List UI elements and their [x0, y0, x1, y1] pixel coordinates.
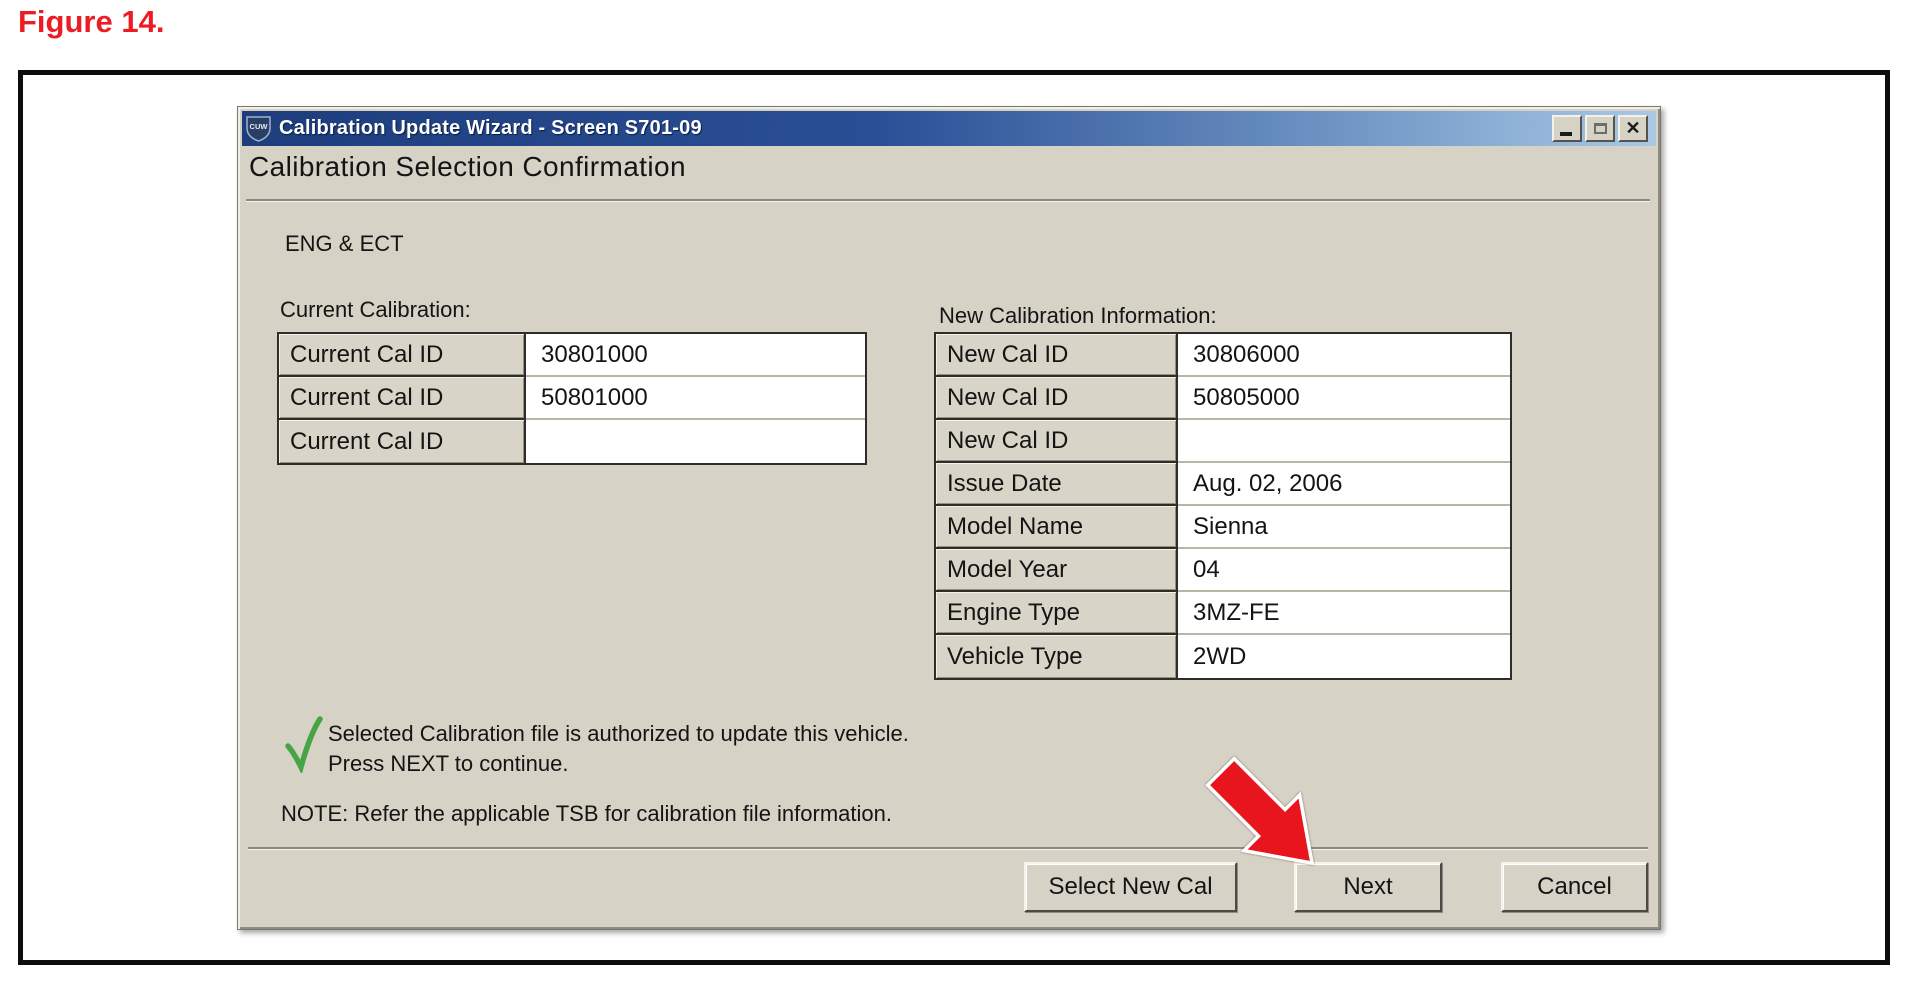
row-label: New Cal ID: [936, 377, 1178, 420]
row-value: Sienna: [1178, 506, 1510, 549]
table-row: Current Cal ID 30801000: [279, 334, 865, 377]
row-value: 04: [1178, 549, 1510, 592]
maximize-button[interactable]: [1585, 115, 1615, 142]
cuw-app-icon: CUW: [245, 114, 272, 143]
next-button[interactable]: Next: [1294, 862, 1442, 912]
page-title: Calibration Selection Confirmation: [249, 151, 686, 183]
status-message: Selected Calibration file is authorized …: [328, 719, 909, 779]
window-title: Calibration Update Wizard - Screen S701-…: [279, 117, 702, 140]
new-calibration-label: New Calibration Information:: [939, 303, 1217, 329]
row-value: 50801000: [526, 377, 865, 420]
table-row: Model Year 04: [936, 549, 1510, 592]
window-controls: ✕: [1552, 115, 1648, 142]
minimize-button[interactable]: [1552, 115, 1582, 142]
row-label: New Cal ID: [936, 334, 1178, 377]
calibration-update-wizard-window: CUW Calibration Update Wizard - Screen S…: [237, 106, 1661, 930]
title-bar[interactable]: CUW Calibration Update Wizard - Screen S…: [242, 111, 1656, 146]
status-line-1: Selected Calibration file is authorized …: [328, 719, 909, 749]
table-row: New Cal ID 50805000: [936, 377, 1510, 420]
table-row: New Cal ID 30806000: [936, 334, 1510, 377]
row-label: Current Cal ID: [279, 377, 526, 420]
row-value: 50805000: [1178, 377, 1510, 420]
figure-border-box: CUW Calibration Update Wizard - Screen S…: [18, 70, 1890, 965]
new-calibration-table: New Cal ID 30806000 New Cal ID 50805000 …: [934, 332, 1512, 680]
table-row: New Cal ID: [936, 420, 1510, 463]
note-text: NOTE: Refer the applicable TSB for calib…: [281, 801, 892, 827]
close-icon: ✕: [1625, 119, 1640, 137]
row-value: 2WD: [1178, 635, 1510, 678]
checkmark-icon: [284, 715, 324, 773]
table-row: Model Name Sienna: [936, 506, 1510, 549]
close-button[interactable]: ✕: [1618, 115, 1648, 142]
select-new-cal-button[interactable]: Select New Cal: [1024, 862, 1237, 912]
svg-text:CUW: CUW: [250, 122, 269, 131]
table-row: Vehicle Type 2WD: [936, 635, 1510, 678]
row-label: Current Cal ID: [279, 334, 526, 377]
heading-divider: [246, 199, 1650, 202]
row-label: Engine Type: [936, 592, 1178, 635]
ecu-section-label: ENG & ECT: [285, 231, 404, 257]
button-row-divider: [248, 847, 1648, 850]
row-label: New Cal ID: [936, 420, 1178, 463]
table-row: Engine Type 3MZ-FE: [936, 592, 1510, 635]
row-label: Model Year: [936, 549, 1178, 592]
current-calibration-table: Current Cal ID 30801000 Current Cal ID 5…: [277, 332, 867, 465]
row-value: [1178, 420, 1510, 463]
table-row: Current Cal ID 50801000: [279, 377, 865, 420]
maximize-icon: [1594, 123, 1607, 134]
current-calibration-label: Current Calibration:: [280, 297, 471, 323]
row-label: Vehicle Type: [936, 635, 1178, 678]
table-row: Current Cal ID: [279, 420, 865, 463]
figure-caption: Figure 14.: [18, 4, 164, 40]
cancel-button[interactable]: Cancel: [1501, 862, 1648, 912]
row-value: [526, 420, 865, 463]
row-value: Aug. 02, 2006: [1178, 463, 1510, 506]
row-label: Current Cal ID: [279, 420, 526, 463]
minimize-icon: [1560, 132, 1572, 136]
row-label: Issue Date: [936, 463, 1178, 506]
table-row: Issue Date Aug. 02, 2006: [936, 463, 1510, 506]
row-value: 30801000: [526, 334, 865, 377]
row-value: 30806000: [1178, 334, 1510, 377]
row-value: 3MZ-FE: [1178, 592, 1510, 635]
row-label: Model Name: [936, 506, 1178, 549]
status-line-2: Press NEXT to continue.: [328, 749, 909, 779]
